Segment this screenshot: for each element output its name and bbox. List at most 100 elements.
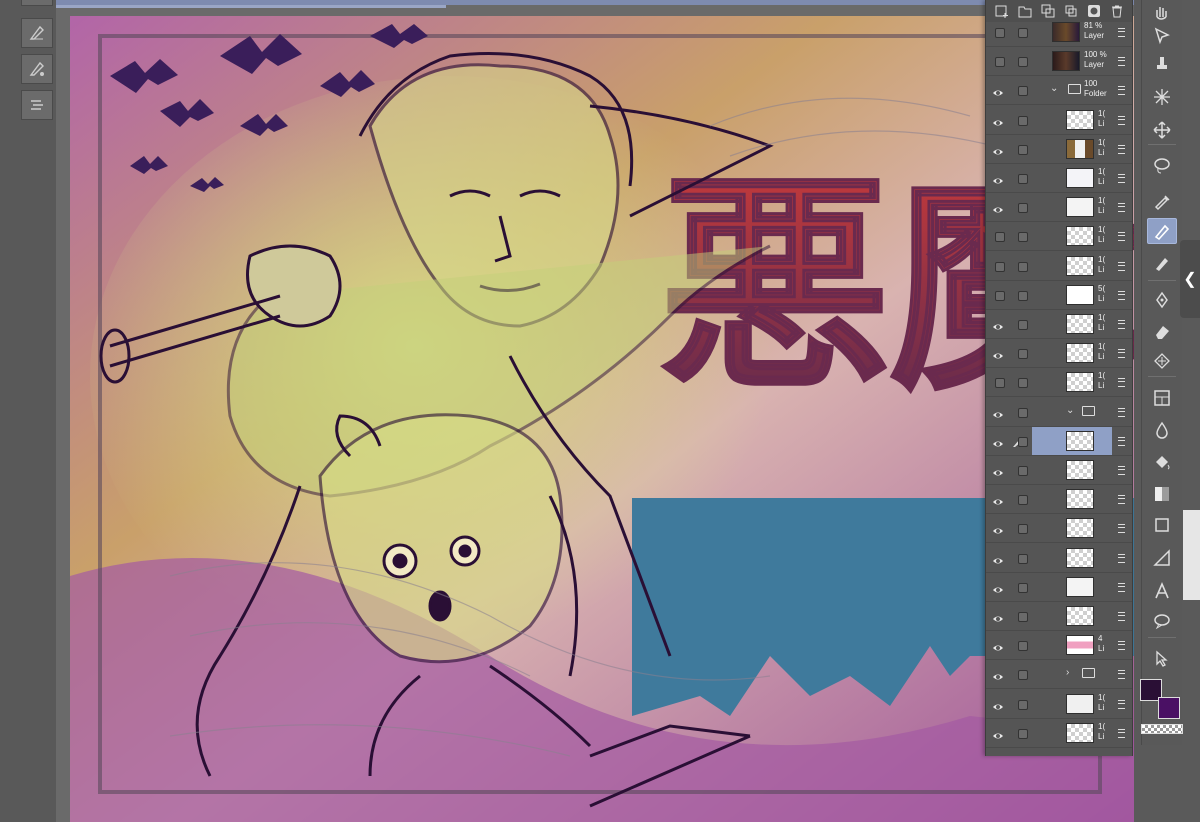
layer-lock-checkbox[interactable] <box>1018 582 1028 593</box>
layer-lock-checkbox[interactable] <box>1018 436 1028 447</box>
layer-row[interactable]: 1(Li <box>986 252 1132 281</box>
layer-menu-icon[interactable] <box>1118 86 1125 96</box>
layer-menu-icon[interactable] <box>1118 728 1125 738</box>
ruler-tool[interactable] <box>1147 545 1177 571</box>
layer-lock-checkbox[interactable] <box>1018 699 1028 710</box>
new-raster-layer-icon[interactable] <box>994 3 1010 19</box>
eraser-tool[interactable] <box>1147 318 1177 344</box>
visibility-toggle[interactable] <box>995 232 1005 243</box>
layer-menu-icon[interactable] <box>1118 28 1125 37</box>
layer-row[interactable] <box>986 602 1132 631</box>
layer-menu-icon[interactable] <box>1118 232 1125 242</box>
layer-row[interactable]: 5(Li <box>986 281 1132 310</box>
layer-lock-checkbox[interactable] <box>1018 203 1028 214</box>
layer-lock-checkbox[interactable] <box>1018 728 1028 739</box>
eye-icon[interactable] <box>992 523 1004 534</box>
layer-menu-icon[interactable] <box>1118 466 1125 475</box>
copy-layer-icon[interactable] <box>1040 3 1056 19</box>
layer-row[interactable]: 1(Li <box>986 193 1132 223</box>
eye-icon[interactable] <box>992 348 1004 359</box>
layer-row[interactable] <box>986 573 1132 602</box>
layer-menu-icon[interactable] <box>1118 582 1125 592</box>
sub-color-swatch[interactable] <box>1158 697 1180 719</box>
chevron-right-icon[interactable]: › <box>1066 667 1069 678</box>
eye-icon[interactable] <box>992 319 1004 330</box>
layer-lock-checkbox[interactable] <box>1018 290 1028 301</box>
layer-row[interactable]: 1(Li <box>986 368 1132 398</box>
layer-lock-checkbox[interactable] <box>1018 28 1028 38</box>
layer-lock-checkbox[interactable] <box>1018 320 1028 330</box>
chevron-down-icon[interactable]: ⌄ <box>1066 405 1074 416</box>
eye-icon[interactable] <box>992 407 1004 418</box>
layer-lock-checkbox[interactable] <box>1018 670 1028 681</box>
layer-row[interactable]: 1(Li <box>986 339 1132 369</box>
layer-menu-icon[interactable] <box>1118 144 1125 154</box>
eye-icon[interactable] <box>992 173 1004 184</box>
new-folder-icon[interactable] <box>1017 3 1033 19</box>
delete-icon[interactable] <box>1109 3 1125 19</box>
layer-menu-icon[interactable] <box>1118 436 1125 446</box>
layer-lock-checkbox[interactable] <box>1018 115 1028 126</box>
layer-menu-icon[interactable] <box>1118 320 1125 329</box>
merge-icon[interactable] <box>1063 3 1079 19</box>
layer-menu-icon[interactable] <box>1118 495 1125 505</box>
layer-row[interactable]: 1(Li <box>986 135 1132 164</box>
eye-icon[interactable] <box>992 699 1004 710</box>
layer-lock-checkbox[interactable] <box>1018 407 1028 418</box>
visibility-toggle[interactable] <box>995 57 1005 68</box>
eye-icon[interactable] <box>992 640 1004 651</box>
eye-icon[interactable] <box>992 582 1004 593</box>
layer-menu-icon[interactable] <box>1118 524 1125 534</box>
eye-icon[interactable] <box>992 144 1004 155</box>
pencil-tool[interactable] <box>1147 250 1177 276</box>
layer-lock-checkbox[interactable] <box>1018 232 1028 243</box>
layer-row[interactable]: 100 % Layer <box>986 47 1132 77</box>
eye-icon[interactable] <box>992 436 1004 447</box>
layer-menu-icon[interactable] <box>1118 290 1125 300</box>
layer-row[interactable] <box>986 514 1132 544</box>
eye-icon[interactable] <box>992 465 1004 476</box>
layer-row[interactable]: 1(Li <box>986 690 1132 719</box>
transparent-color-swatch[interactable] <box>1141 724 1183 734</box>
canvas-area[interactable]: 悪魔城 <box>56 0 1136 822</box>
layer-folder-row[interactable]: › <box>986 660 1132 690</box>
eye-icon[interactable] <box>992 611 1004 622</box>
layer-menu-icon[interactable] <box>1118 349 1125 359</box>
eye-icon[interactable] <box>992 85 1004 96</box>
layer-lock-checkbox[interactable] <box>1018 466 1028 476</box>
artwork-canvas[interactable]: 悪魔城 <box>70 16 1136 822</box>
bucket-tool[interactable] <box>1147 450 1177 476</box>
layer-menu-icon[interactable] <box>1118 378 1125 388</box>
layer-row[interactable]: 1(Li <box>986 164 1132 193</box>
frame-tool[interactable] <box>1147 385 1177 411</box>
layer-row[interactable]: 1(Li <box>986 310 1132 339</box>
layer-menu-icon[interactable] <box>1118 57 1125 67</box>
layer-lock-checkbox[interactable] <box>1018 144 1028 155</box>
select-arrow-tool[interactable] <box>1147 646 1177 672</box>
layer-menu-icon[interactable] <box>1118 174 1125 183</box>
eye-icon[interactable] <box>992 202 1004 213</box>
visibility-toggle[interactable] <box>995 28 1005 38</box>
layer-lock-checkbox[interactable] <box>1018 495 1028 506</box>
layer-lock-checkbox[interactable] <box>1018 641 1028 652</box>
object-select-tool[interactable] <box>1147 22 1177 48</box>
pen-tool[interactable] <box>1147 218 1177 244</box>
eye-icon[interactable] <box>992 115 1004 126</box>
layer-menu-icon[interactable] <box>1118 115 1125 125</box>
sub-tool-top[interactable] <box>21 0 53 6</box>
layer-row[interactable] <box>986 456 1132 485</box>
auto-select-tool[interactable] <box>1147 84 1177 110</box>
visibility-toggle[interactable] <box>995 290 1005 301</box>
eye-icon[interactable] <box>992 494 1004 505</box>
eye-icon[interactable] <box>992 553 1004 564</box>
layer-lock-checkbox[interactable] <box>1018 524 1028 535</box>
layer-menu-icon[interactable] <box>1118 699 1125 709</box>
eyedropper-tool[interactable] <box>1147 188 1177 214</box>
layer-lock-checkbox[interactable] <box>1018 612 1028 622</box>
layer-menu-icon[interactable] <box>1118 203 1125 213</box>
ink-pen-tool[interactable] <box>1147 287 1177 313</box>
layer-row[interactable]: 81 % Layer <box>986 18 1132 47</box>
layer-lock-checkbox[interactable] <box>1018 378 1028 389</box>
layer-row[interactable] <box>986 544 1132 573</box>
rectangle-tool[interactable] <box>1147 512 1177 538</box>
